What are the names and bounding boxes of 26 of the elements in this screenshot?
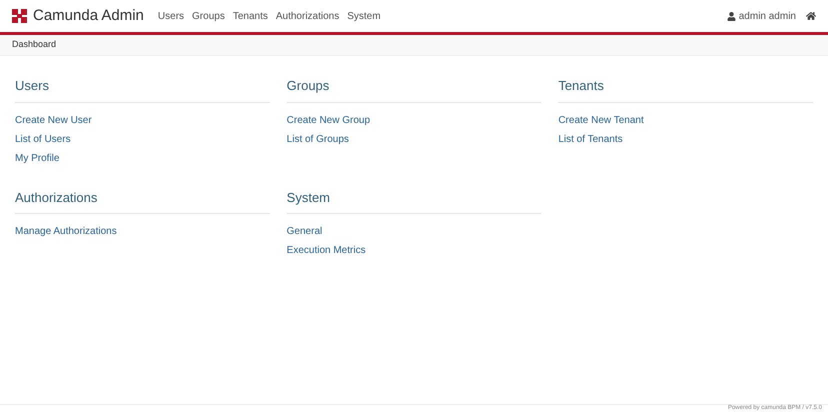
section-link[interactable]: Create New Tenant — [558, 110, 813, 130]
nav-link[interactable]: Authorizations — [276, 8, 340, 24]
logo-icon — [12, 9, 27, 23]
section-link[interactable]: List of Groups — [286, 130, 542, 148]
nav-link[interactable]: System — [347, 8, 381, 24]
section-link[interactable]: Manage Authorizations — [15, 222, 270, 241]
section-link[interactable]: Create New User — [15, 110, 270, 130]
section-heading: Users — [15, 76, 270, 102]
nav-link[interactable]: Groups — [192, 8, 225, 24]
section-link[interactable]: Create New Group — [286, 110, 542, 130]
section-link[interactable]: General — [286, 222, 542, 241]
brand-title[interactable]: Camunda Admin — [33, 4, 144, 28]
section-link[interactable]: Execution Metrics — [286, 241, 542, 260]
breadcrumb-item[interactable]: Dashboard — [12, 38, 56, 52]
section-link[interactable]: List of Tenants — [558, 130, 813, 148]
nav-link[interactable]: Tenants — [232, 8, 268, 24]
nav-link[interactable]: Users — [158, 8, 184, 24]
section-link[interactable]: My Profile — [15, 148, 270, 168]
home-icon[interactable] — [806, 11, 816, 21]
user-menu[interactable]: admin admin — [738, 8, 796, 24]
user-icon — [726, 12, 736, 20]
section-link[interactable]: List of Users — [15, 130, 270, 148]
section-heading: Authorizations — [15, 188, 270, 214]
section-heading: System — [286, 188, 542, 214]
section-heading: Tenants — [558, 76, 813, 102]
section-heading: Groups — [286, 76, 542, 102]
